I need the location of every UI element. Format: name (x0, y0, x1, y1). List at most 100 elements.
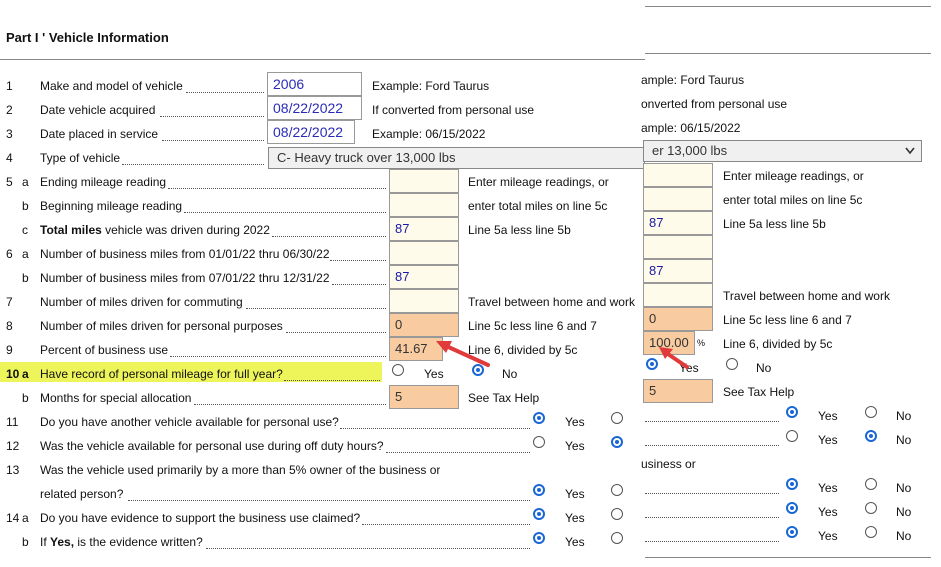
line-14a-no-radio[interactable] (865, 502, 877, 514)
note-enter-total: enter total miles on line 5c (468, 199, 608, 213)
line-13-no-radio[interactable] (611, 484, 623, 496)
line-13-no-radio[interactable] (865, 478, 877, 490)
leader-dots (194, 404, 386, 405)
yes-label: Yes (424, 367, 444, 381)
total-miles-input[interactable]: 87 (389, 217, 459, 241)
leader-dots (386, 452, 530, 453)
line-11-no-radio[interactable] (865, 406, 877, 418)
vehicle-type-select[interactable]: C- Heavy truck over 13,000 lbs (268, 147, 645, 169)
line-number: 5 (6, 175, 13, 189)
months-special-field[interactable]: 5 (389, 385, 459, 409)
date-acquired-input[interactable]: 08/22/2022 (267, 96, 362, 120)
line-label: Number of miles driven for personal purp… (40, 319, 283, 333)
make-model-input[interactable]: 2006 Freightli (267, 72, 362, 114)
line-14a-yes-radio[interactable] (786, 502, 798, 514)
line-label: Number of miles driven for commuting (40, 295, 243, 309)
line-sub: b (22, 535, 29, 549)
business-miles-h2-input[interactable]: 87 (643, 259, 713, 283)
yes-label: Yes (565, 439, 585, 453)
note-travel: Travel between home and work (468, 295, 635, 309)
yes-label: Yes (818, 505, 838, 519)
line-10a-no-radio[interactable] (726, 358, 738, 370)
line-label: Beginning mileage reading (40, 199, 183, 213)
line-number: 8 (6, 319, 13, 333)
line-12-yes-radio[interactable] (533, 436, 545, 448)
part-divider (0, 59, 645, 60)
line-number: 10 (6, 367, 20, 381)
line-number: 3 (6, 127, 13, 141)
leader-dots (645, 445, 779, 446)
line-sub: a (22, 511, 29, 525)
line-sub: b (22, 391, 29, 405)
leader-dots (162, 140, 264, 141)
line-11-yes-radio[interactable] (786, 406, 798, 418)
line-label: Was the vehicle available for personal u… (40, 439, 384, 453)
line-13-yes-radio[interactable] (786, 478, 798, 490)
business-miles-h1-input[interactable] (643, 235, 713, 259)
line-label: Number of business miles from 07/01/22 t… (40, 271, 330, 285)
personal-miles-field: 0 (643, 307, 713, 331)
line-number: 2 (6, 103, 13, 117)
total-miles-input[interactable]: 87 (643, 211, 713, 235)
leader-dots (330, 260, 386, 261)
line-12-no-radio[interactable] (865, 430, 877, 442)
months-special-field[interactable]: 5 (643, 379, 713, 403)
ending-mileage-input[interactable] (643, 163, 713, 187)
leader-dots (122, 164, 264, 165)
no-label: No (756, 361, 772, 375)
yes-label: Yes (565, 415, 585, 429)
ending-mileage-input[interactable] (389, 169, 459, 193)
part-prefix: Part I (6, 30, 39, 45)
yes-label: Yes (818, 481, 838, 495)
line-12-no-radio[interactable] (611, 436, 623, 448)
red-arrow-icon (436, 341, 490, 367)
line-number: 11 (6, 415, 19, 429)
business-miles-h1-input[interactable] (389, 241, 459, 265)
note-example-make: ample: Ford Taurus (641, 73, 745, 87)
vehicle-type-text: er 13,000 lbs (652, 143, 728, 158)
business-miles-h2-input[interactable]: 87 (389, 265, 459, 289)
percent-sign: % (697, 338, 706, 348)
leader-dots (170, 356, 386, 357)
line-14a-no-radio[interactable] (611, 508, 623, 520)
note-line5a: Line 5a less line 5b (723, 217, 826, 231)
line-sub: c (22, 223, 28, 237)
leader-dots (246, 308, 386, 309)
line-13-yes-radio[interactable] (533, 484, 545, 496)
line-label: related person? (40, 487, 124, 501)
form-right-panel: ample: Ford Taurus onverted from persona… (641, 0, 941, 567)
leader-dots (160, 116, 264, 117)
line-number: 9 (6, 343, 13, 357)
line-11-no-radio[interactable] (611, 412, 623, 424)
no-label: No (896, 433, 912, 447)
note-line6: Line 6, divided by 5c (723, 337, 833, 351)
line-14a-yes-radio[interactable] (533, 508, 545, 520)
line-14b-yes-radio[interactable] (786, 526, 798, 538)
vehicle-type-select[interactable]: er 13,000 lbs (643, 140, 922, 162)
leader-dots (186, 92, 264, 93)
commuting-miles-input[interactable] (643, 283, 713, 307)
yes-label: Yes (818, 529, 838, 543)
line-label: If Yes, is the evidence written? (40, 535, 203, 549)
commuting-miles-input[interactable] (389, 289, 459, 313)
beginning-mileage-input[interactable] (643, 187, 713, 211)
line-13-fragment: usiness or (641, 457, 696, 471)
line-10a-yes-radio[interactable] (392, 364, 404, 376)
form-left-panel: Part I ' Vehicle Information 1 Make and … (0, 0, 645, 567)
yes-label: Yes (565, 535, 585, 549)
line-14b-no-radio[interactable] (611, 532, 623, 544)
line-number: 12 (6, 439, 20, 453)
beginning-mileage-input[interactable] (389, 193, 459, 217)
note-enter-total: enter total miles on line 5c (723, 193, 863, 207)
line-14b-no-radio[interactable] (865, 526, 877, 538)
line-11-yes-radio[interactable] (533, 412, 545, 424)
line-14b-yes-radio[interactable] (533, 532, 545, 544)
date-in-service-input[interactable]: 08/22/2022 (267, 120, 355, 144)
part-title: Part I ' Vehicle Information (6, 30, 169, 45)
leader-dots (286, 332, 386, 333)
yes-label: Yes (565, 511, 585, 525)
line-label: Do you have evidence to support the busi… (40, 511, 361, 525)
note-travel: Travel between home and work (723, 289, 890, 303)
line-12-yes-radio[interactable] (786, 430, 798, 442)
line-number: 14 (6, 511, 20, 525)
